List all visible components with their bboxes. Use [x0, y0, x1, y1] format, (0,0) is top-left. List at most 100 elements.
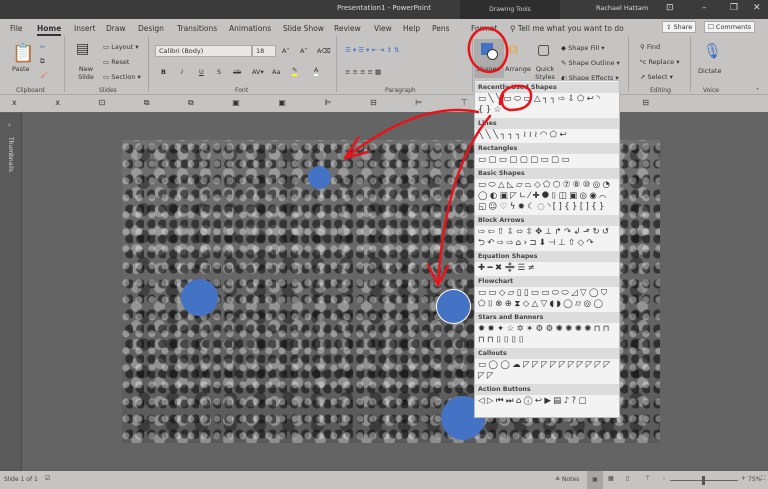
- format-painter-icon[interactable]: 🖌: [40, 71, 48, 79]
- slide-sorter-button[interactable]: ▦: [608, 475, 614, 482]
- clear-format-button[interactable]: A⌫: [317, 47, 331, 55]
- shape-options-row[interactable]: ╲╲╲┐┐┐≀≀≀◠⬠↩: [475, 129, 619, 142]
- strikethrough-button[interactable]: ab: [233, 68, 241, 76]
- zoom-slider-thumb[interactable]: [702, 476, 705, 485]
- tab-draw[interactable]: Draw: [106, 24, 126, 33]
- share-button[interactable]: ⇪ Share: [662, 21, 697, 33]
- tab-pens[interactable]: Pens: [432, 24, 450, 33]
- shape-outline-button[interactable]: ✎ Shape Outline ▾: [561, 59, 620, 67]
- shape-options-row[interactable]: ✹✹✦☆✡✶⚙⚙✺✺✺✺⊓⊓⊓⊓⌷⌷⌷⌷: [475, 323, 619, 347]
- select-label: Select: [647, 73, 668, 81]
- reset-button[interactable]: ▭ Reset: [103, 58, 129, 66]
- char-spacing-button[interactable]: AV▾: [252, 68, 264, 76]
- layout-button[interactable]: ▭ Layout ▾: [103, 43, 139, 51]
- reset-label: Reset: [111, 58, 130, 66]
- tab-home[interactable]: Home: [37, 24, 62, 36]
- quick-styles-button[interactable]: Quick Styles: [533, 65, 557, 81]
- dictate-button[interactable]: Dictate: [698, 67, 721, 75]
- tab-transitions[interactable]: Transitions: [177, 24, 217, 33]
- zoom-slider[interactable]: [670, 476, 738, 485]
- restore-button[interactable]: ❐: [730, 3, 738, 13]
- shape-options-row[interactable]: ⇨⇦⇧⇩⬄⇳✥⊥↱↷↲⬏↻↺⮌↶⇨⇨⌂›⊐⬇⊣⊥⇧◇↷: [475, 226, 619, 250]
- arrange-button[interactable]: Arrange: [505, 65, 531, 73]
- tab-animations[interactable]: Animations: [229, 24, 271, 33]
- new-slide-button[interactable]: New Slide: [76, 65, 96, 81]
- blue-circle-shape[interactable]: [436, 289, 471, 324]
- title-bar: Presentation1 - PowerPoint: [0, 0, 768, 19]
- shape-options-row[interactable]: ▭◯◯☁◸◸◸◸◸◸◸◸◸◸◸◸: [475, 359, 619, 383]
- highlight-icon[interactable]: ✎: [292, 66, 298, 76]
- comments-button[interactable]: ☐ Comments: [704, 21, 756, 33]
- minimize-button[interactable]: –: [702, 3, 707, 13]
- expand-icon[interactable]: ›: [8, 121, 11, 129]
- slide-counter: Slide 1 of 1: [4, 476, 38, 483]
- select-button[interactable]: ➚ Select ▾: [640, 73, 673, 81]
- section-button[interactable]: ▭ Section ▾: [103, 73, 141, 81]
- shape-options-row[interactable]: ▭▢▭▢▢▢▭▢▭: [475, 154, 619, 167]
- blue-circle-shape[interactable]: [308, 166, 331, 189]
- shadow-button[interactable]: S: [217, 68, 221, 76]
- find-button[interactable]: ⚲ Find: [640, 43, 660, 51]
- copy-icon[interactable]: ⧉: [40, 57, 45, 66]
- reading-view-button[interactable]: ▯: [626, 475, 629, 482]
- paste-icon[interactable]: 📋: [12, 43, 34, 64]
- tell-me-search[interactable]: ⚲ Tell me what you want to do: [510, 24, 624, 33]
- shape-options-row[interactable]: ▭⬭△◺▱⏢◇⬠⬡⑦⑧⑩◎◔◯◐▣◸∟⁄✚⯃⌷◫▣◎◉⌒◱☺♡ϟ✹☾◌◝[]{}…: [475, 179, 619, 214]
- thumbnails-label: Thumbnails: [7, 137, 14, 172]
- shapes-button[interactable]: Shapes: [474, 39, 504, 78]
- ribbon-display-icon[interactable]: ⊡: [666, 3, 674, 13]
- tab-review[interactable]: Review: [334, 24, 361, 33]
- section-header: Recently Used Shapes: [475, 82, 619, 93]
- shrink-font-button[interactable]: A˅: [300, 47, 308, 55]
- slideshow-button[interactable]: ⊤: [645, 475, 650, 482]
- section-header: Lines: [475, 118, 619, 129]
- notes-button[interactable]: ≙ Notes: [555, 476, 579, 483]
- comments-label: Comments: [715, 23, 752, 31]
- font-color-icon[interactable]: A: [314, 66, 319, 76]
- tab-view[interactable]: View: [374, 24, 392, 33]
- section-header: Basic Shapes: [475, 168, 619, 179]
- shape-options-row[interactable]: ◁▷⏮⏭⌂ⓘ↩▶▤♪?▢: [475, 395, 619, 408]
- new-slide-icon[interactable]: ▤: [76, 41, 89, 57]
- replace-button[interactable]: ᵇc Replace ▾: [640, 58, 680, 66]
- tab-slide-show[interactable]: Slide Show: [283, 24, 324, 33]
- accessibility-icon[interactable]: ☑: [45, 475, 50, 482]
- zoom-out-button[interactable]: -: [663, 475, 665, 482]
- tab-design[interactable]: Design: [138, 24, 164, 33]
- italic-button[interactable]: I: [181, 68, 183, 76]
- normal-view-button[interactable]: ▣: [587, 471, 603, 489]
- shape-options-row[interactable]: ▭▭◇▱▯▯▭▭⬭⬭◿▽◯⛉⬠⌷⊗⊕⧗◇△▽◖◗◯⌭◎◯: [475, 287, 619, 311]
- section-header: Callouts: [475, 348, 619, 359]
- thumbnails-pane[interactable]: › Thumbnails: [0, 113, 22, 471]
- bold-button[interactable]: B: [161, 68, 166, 76]
- font-name-select[interactable]: Calibri (Body): [155, 45, 252, 57]
- zoom-level[interactable]: 75%: [748, 476, 761, 483]
- font-size-select[interactable]: 18: [252, 45, 276, 57]
- section-header: Action Buttons: [475, 384, 619, 395]
- align-icons[interactable]: ≡ ≡ ≡ ≡ ▦: [345, 68, 381, 76]
- paste-button[interactable]: Paste: [12, 65, 30, 73]
- bullets-icon[interactable]: ☰ ▾ ☰ ▾ ⇤ ⇥ ↕ ⇅: [345, 46, 399, 54]
- fit-slide-icon[interactable]: ⛶: [761, 475, 765, 483]
- group-label: Slides: [99, 87, 117, 94]
- tab-file[interactable]: File: [10, 24, 23, 33]
- blue-circle-shape[interactable]: [181, 279, 218, 316]
- cut-icon[interactable]: ✂: [40, 43, 45, 51]
- grow-font-button[interactable]: A˄: [282, 47, 290, 55]
- close-button[interactable]: ✕: [753, 3, 761, 13]
- tab-format[interactable]: Format: [471, 24, 497, 33]
- change-case-button[interactable]: Aa: [272, 68, 280, 76]
- zoom-in-button[interactable]: +: [741, 475, 746, 482]
- tab-help[interactable]: Help: [403, 24, 420, 33]
- quick-styles-icon[interactable]: ▢: [537, 42, 550, 58]
- section-header: Flowchart: [475, 276, 619, 287]
- user-name[interactable]: Rachael Hattam: [596, 4, 648, 12]
- tab-insert[interactable]: Insert: [74, 24, 96, 33]
- shape-options-row[interactable]: ▭╲╲▭⬭▭△┐┐⇨⇩⬠↩◝{}☆: [475, 93, 619, 117]
- shape-options-row[interactable]: ✚━✖➗☰≠: [475, 262, 619, 275]
- shape-fill-button[interactable]: ◆ Shape Fill ▾: [561, 44, 605, 52]
- arrange-icon[interactable]: ⧉: [508, 42, 518, 58]
- microphone-icon[interactable]: 🎙: [703, 42, 722, 60]
- underline-button[interactable]: U: [199, 68, 204, 76]
- shapes-gallery[interactable]: Recently Used Shapes ▭╲╲▭⬭▭△┐┐⇨⇩⬠↩◝{}☆ Lin…: [474, 80, 620, 418]
